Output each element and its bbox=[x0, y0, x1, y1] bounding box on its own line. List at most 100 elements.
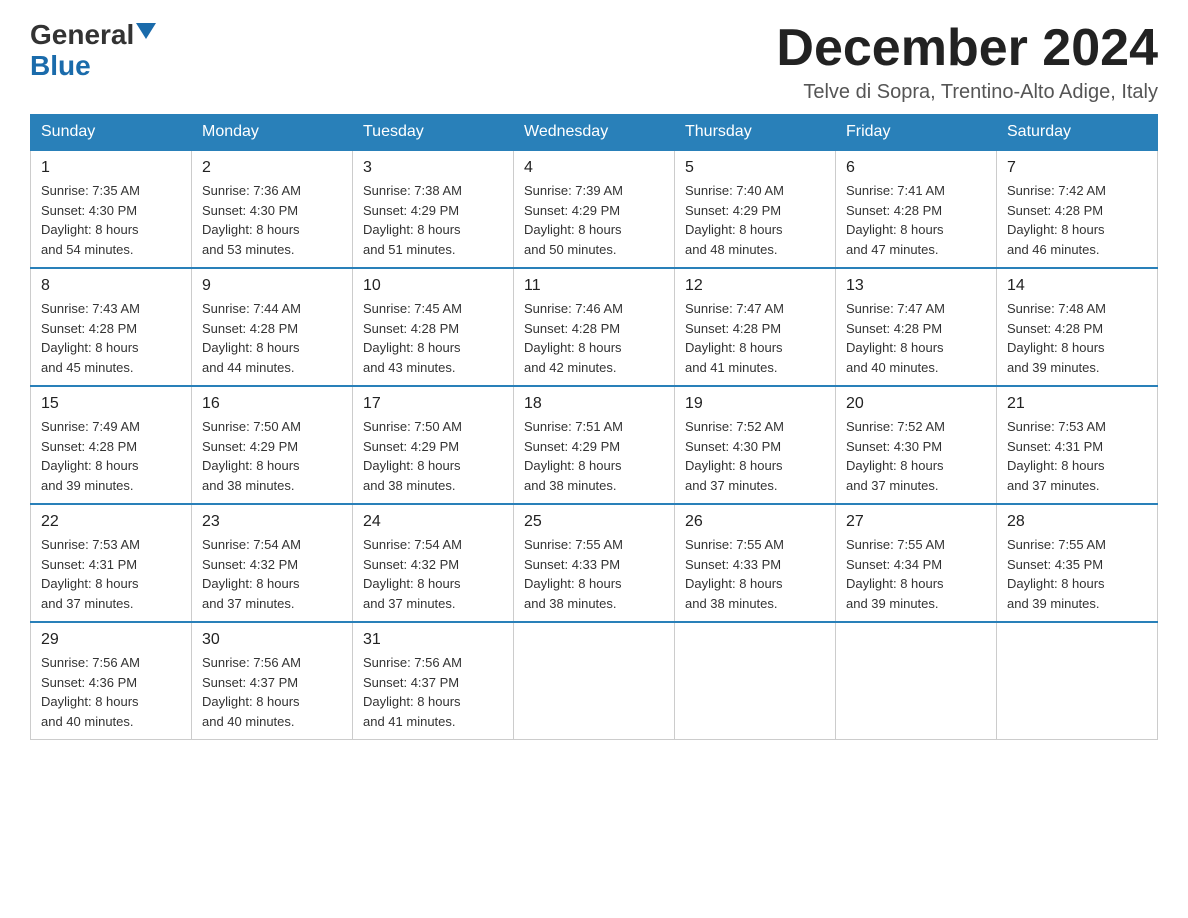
calendar-day-cell: 8 Sunrise: 7:43 AM Sunset: 4:28 PM Dayli… bbox=[31, 268, 192, 386]
day-number: 15 bbox=[41, 395, 181, 413]
day-info: Sunrise: 7:47 AM Sunset: 4:28 PM Dayligh… bbox=[685, 299, 825, 377]
calendar-day-cell: 31 Sunrise: 7:56 AM Sunset: 4:37 PM Dayl… bbox=[353, 622, 514, 740]
calendar-day-cell: 17 Sunrise: 7:50 AM Sunset: 4:29 PM Dayl… bbox=[353, 386, 514, 504]
weekday-header-sunday: Sunday bbox=[31, 115, 192, 151]
day-info: Sunrise: 7:55 AM Sunset: 4:34 PM Dayligh… bbox=[846, 535, 986, 613]
page-header: General Blue December 2024 Telve di Sopr… bbox=[30, 20, 1158, 104]
day-info: Sunrise: 7:54 AM Sunset: 4:32 PM Dayligh… bbox=[202, 535, 342, 613]
calendar-week-2: 8 Sunrise: 7:43 AM Sunset: 4:28 PM Dayli… bbox=[31, 268, 1158, 386]
calendar-day-cell: 22 Sunrise: 7:53 AM Sunset: 4:31 PM Dayl… bbox=[31, 504, 192, 622]
day-info: Sunrise: 7:52 AM Sunset: 4:30 PM Dayligh… bbox=[685, 417, 825, 495]
calendar-week-3: 15 Sunrise: 7:49 AM Sunset: 4:28 PM Dayl… bbox=[31, 386, 1158, 504]
calendar-day-cell: 4 Sunrise: 7:39 AM Sunset: 4:29 PM Dayli… bbox=[514, 150, 675, 268]
day-info: Sunrise: 7:45 AM Sunset: 4:28 PM Dayligh… bbox=[363, 299, 503, 377]
day-info: Sunrise: 7:40 AM Sunset: 4:29 PM Dayligh… bbox=[685, 181, 825, 259]
calendar-day-cell: 19 Sunrise: 7:52 AM Sunset: 4:30 PM Dayl… bbox=[675, 386, 836, 504]
day-number: 9 bbox=[202, 277, 342, 295]
day-number: 21 bbox=[1007, 395, 1147, 413]
calendar-day-cell: 3 Sunrise: 7:38 AM Sunset: 4:29 PM Dayli… bbox=[353, 150, 514, 268]
day-number: 30 bbox=[202, 631, 342, 649]
day-info: Sunrise: 7:36 AM Sunset: 4:30 PM Dayligh… bbox=[202, 181, 342, 259]
logo-blue-text: Blue bbox=[30, 51, 91, 82]
calendar-day-cell: 24 Sunrise: 7:54 AM Sunset: 4:32 PM Dayl… bbox=[353, 504, 514, 622]
day-info: Sunrise: 7:44 AM Sunset: 4:28 PM Dayligh… bbox=[202, 299, 342, 377]
day-number: 8 bbox=[41, 277, 181, 295]
month-title: December 2024 bbox=[776, 20, 1158, 77]
calendar-day-cell: 10 Sunrise: 7:45 AM Sunset: 4:28 PM Dayl… bbox=[353, 268, 514, 386]
day-info: Sunrise: 7:55 AM Sunset: 4:33 PM Dayligh… bbox=[524, 535, 664, 613]
calendar-day-cell: 18 Sunrise: 7:51 AM Sunset: 4:29 PM Dayl… bbox=[514, 386, 675, 504]
day-number: 6 bbox=[846, 159, 986, 177]
day-info: Sunrise: 7:56 AM Sunset: 4:37 PM Dayligh… bbox=[202, 653, 342, 731]
calendar-day-cell: 2 Sunrise: 7:36 AM Sunset: 4:30 PM Dayli… bbox=[192, 150, 353, 268]
day-number: 31 bbox=[363, 631, 503, 649]
day-info: Sunrise: 7:53 AM Sunset: 4:31 PM Dayligh… bbox=[1007, 417, 1147, 495]
calendar-table: SundayMondayTuesdayWednesdayThursdayFrid… bbox=[30, 114, 1158, 740]
weekday-header-saturday: Saturday bbox=[997, 115, 1158, 151]
day-number: 18 bbox=[524, 395, 664, 413]
day-number: 27 bbox=[846, 513, 986, 531]
day-number: 22 bbox=[41, 513, 181, 531]
day-info: Sunrise: 7:55 AM Sunset: 4:33 PM Dayligh… bbox=[685, 535, 825, 613]
calendar-day-cell: 7 Sunrise: 7:42 AM Sunset: 4:28 PM Dayli… bbox=[997, 150, 1158, 268]
day-number: 10 bbox=[363, 277, 503, 295]
day-info: Sunrise: 7:54 AM Sunset: 4:32 PM Dayligh… bbox=[363, 535, 503, 613]
calendar-day-cell bbox=[836, 622, 997, 740]
day-number: 24 bbox=[363, 513, 503, 531]
calendar-day-cell: 26 Sunrise: 7:55 AM Sunset: 4:33 PM Dayl… bbox=[675, 504, 836, 622]
day-number: 1 bbox=[41, 159, 181, 177]
day-info: Sunrise: 7:43 AM Sunset: 4:28 PM Dayligh… bbox=[41, 299, 181, 377]
day-info: Sunrise: 7:50 AM Sunset: 4:29 PM Dayligh… bbox=[363, 417, 503, 495]
day-number: 3 bbox=[363, 159, 503, 177]
day-number: 2 bbox=[202, 159, 342, 177]
day-number: 14 bbox=[1007, 277, 1147, 295]
day-info: Sunrise: 7:52 AM Sunset: 4:30 PM Dayligh… bbox=[846, 417, 986, 495]
day-info: Sunrise: 7:47 AM Sunset: 4:28 PM Dayligh… bbox=[846, 299, 986, 377]
calendar-day-cell: 20 Sunrise: 7:52 AM Sunset: 4:30 PM Dayl… bbox=[836, 386, 997, 504]
day-number: 23 bbox=[202, 513, 342, 531]
day-info: Sunrise: 7:46 AM Sunset: 4:28 PM Dayligh… bbox=[524, 299, 664, 377]
title-section: December 2024 Telve di Sopra, Trentino-A… bbox=[776, 20, 1158, 104]
logo-general-text: General bbox=[30, 20, 134, 51]
day-number: 13 bbox=[846, 277, 986, 295]
calendar-day-cell bbox=[997, 622, 1158, 740]
day-number: 26 bbox=[685, 513, 825, 531]
day-number: 11 bbox=[524, 277, 664, 295]
day-info: Sunrise: 7:49 AM Sunset: 4:28 PM Dayligh… bbox=[41, 417, 181, 495]
calendar-day-cell: 28 Sunrise: 7:55 AM Sunset: 4:35 PM Dayl… bbox=[997, 504, 1158, 622]
day-number: 12 bbox=[685, 277, 825, 295]
calendar-week-5: 29 Sunrise: 7:56 AM Sunset: 4:36 PM Dayl… bbox=[31, 622, 1158, 740]
day-number: 7 bbox=[1007, 159, 1147, 177]
calendar-day-cell: 16 Sunrise: 7:50 AM Sunset: 4:29 PM Dayl… bbox=[192, 386, 353, 504]
day-info: Sunrise: 7:42 AM Sunset: 4:28 PM Dayligh… bbox=[1007, 181, 1147, 259]
weekday-header-thursday: Thursday bbox=[675, 115, 836, 151]
day-info: Sunrise: 7:56 AM Sunset: 4:37 PM Dayligh… bbox=[363, 653, 503, 731]
day-number: 17 bbox=[363, 395, 503, 413]
calendar-week-4: 22 Sunrise: 7:53 AM Sunset: 4:31 PM Dayl… bbox=[31, 504, 1158, 622]
day-info: Sunrise: 7:48 AM Sunset: 4:28 PM Dayligh… bbox=[1007, 299, 1147, 377]
calendar-day-cell: 12 Sunrise: 7:47 AM Sunset: 4:28 PM Dayl… bbox=[675, 268, 836, 386]
calendar-day-cell: 1 Sunrise: 7:35 AM Sunset: 4:30 PM Dayli… bbox=[31, 150, 192, 268]
calendar-day-cell: 30 Sunrise: 7:56 AM Sunset: 4:37 PM Dayl… bbox=[192, 622, 353, 740]
day-info: Sunrise: 7:55 AM Sunset: 4:35 PM Dayligh… bbox=[1007, 535, 1147, 613]
weekday-header-friday: Friday bbox=[836, 115, 997, 151]
calendar-day-cell: 25 Sunrise: 7:55 AM Sunset: 4:33 PM Dayl… bbox=[514, 504, 675, 622]
calendar-day-cell: 21 Sunrise: 7:53 AM Sunset: 4:31 PM Dayl… bbox=[997, 386, 1158, 504]
calendar-day-cell: 5 Sunrise: 7:40 AM Sunset: 4:29 PM Dayli… bbox=[675, 150, 836, 268]
calendar-day-cell: 14 Sunrise: 7:48 AM Sunset: 4:28 PM Dayl… bbox=[997, 268, 1158, 386]
location-title: Telve di Sopra, Trentino-Alto Adige, Ita… bbox=[776, 81, 1158, 104]
calendar-day-cell bbox=[514, 622, 675, 740]
weekday-header-row: SundayMondayTuesdayWednesdayThursdayFrid… bbox=[31, 115, 1158, 151]
day-number: 4 bbox=[524, 159, 664, 177]
day-number: 19 bbox=[685, 395, 825, 413]
weekday-header-monday: Monday bbox=[192, 115, 353, 151]
day-info: Sunrise: 7:56 AM Sunset: 4:36 PM Dayligh… bbox=[41, 653, 181, 731]
day-number: 25 bbox=[524, 513, 664, 531]
weekday-header-tuesday: Tuesday bbox=[353, 115, 514, 151]
day-info: Sunrise: 7:53 AM Sunset: 4:31 PM Dayligh… bbox=[41, 535, 181, 613]
day-info: Sunrise: 7:38 AM Sunset: 4:29 PM Dayligh… bbox=[363, 181, 503, 259]
calendar-day-cell: 6 Sunrise: 7:41 AM Sunset: 4:28 PM Dayli… bbox=[836, 150, 997, 268]
calendar-day-cell: 23 Sunrise: 7:54 AM Sunset: 4:32 PM Dayl… bbox=[192, 504, 353, 622]
day-info: Sunrise: 7:50 AM Sunset: 4:29 PM Dayligh… bbox=[202, 417, 342, 495]
calendar-week-1: 1 Sunrise: 7:35 AM Sunset: 4:30 PM Dayli… bbox=[31, 150, 1158, 268]
